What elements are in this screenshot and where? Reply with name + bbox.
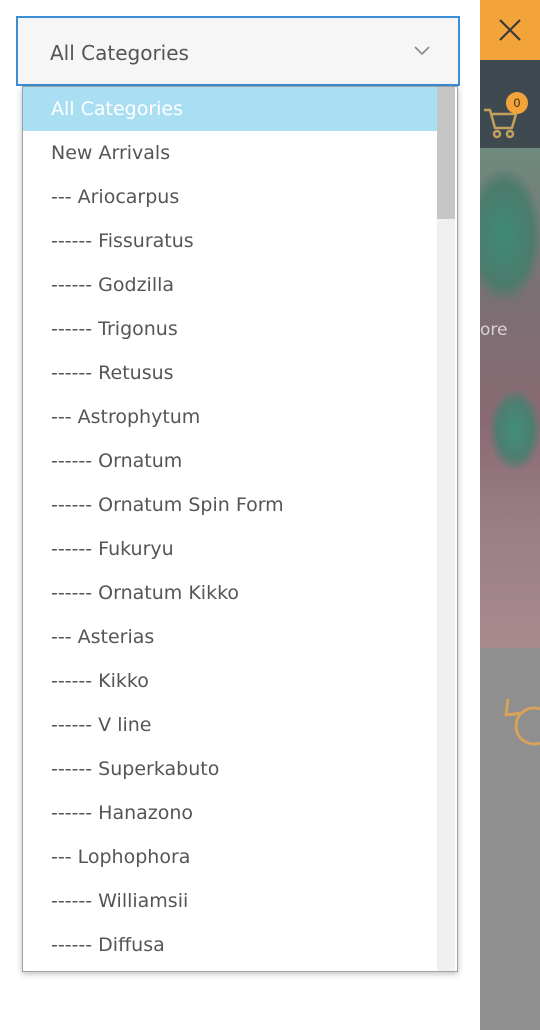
category-dropdown-list[interactable]: All Categories New Arrivals --- Ariocarp… xyxy=(22,86,458,972)
option-trigonus[interactable]: ------ Trigonus xyxy=(23,307,437,351)
option-v-line[interactable]: ------ V line xyxy=(23,703,437,747)
option-retusus[interactable]: ------ Retusus xyxy=(23,351,437,395)
option-fukuryu[interactable]: ------ Fukuryu xyxy=(23,527,437,571)
option-diffusa[interactable]: ------ Diffusa xyxy=(23,923,437,967)
category-select[interactable]: All Categories xyxy=(16,16,460,86)
refresh-icon xyxy=(504,698,540,746)
close-icon xyxy=(499,19,521,41)
option-all-categories[interactable]: All Categories xyxy=(23,87,437,131)
option-ornatum-kikko[interactable]: ------ Ornatum Kikko xyxy=(23,571,437,615)
option-ariocarpus[interactable]: --- Ariocarpus xyxy=(23,175,437,219)
hero-plant-shape xyxy=(480,170,540,300)
cart-button[interactable]: 0 xyxy=(482,92,528,139)
hero-text-fragment: ore xyxy=(480,320,508,340)
option-godzilla[interactable]: ------ Godzilla xyxy=(23,263,437,307)
option-ornatum[interactable]: ------ Ornatum xyxy=(23,439,437,483)
option-astrophytum[interactable]: --- Astrophytum xyxy=(23,395,437,439)
option-williamsii[interactable]: ------ Williamsii xyxy=(23,879,437,923)
option-asterias[interactable]: --- Asterias xyxy=(23,615,437,659)
option-kikko[interactable]: ------ Kikko xyxy=(23,659,437,703)
close-button[interactable] xyxy=(480,0,540,60)
background-page: 0 ore xyxy=(480,0,540,1030)
chevron-down-icon xyxy=(414,46,430,56)
option-hanazono[interactable]: ------ Hanazono xyxy=(23,791,437,835)
scrollbar-thumb[interactable] xyxy=(437,87,455,219)
cart-count-badge: 0 xyxy=(506,92,528,114)
option-fissuratus[interactable]: ------ Fissuratus xyxy=(23,219,437,263)
option-ornatum-spin-form[interactable]: ------ Ornatum Spin Form xyxy=(23,483,437,527)
option-lophophora[interactable]: --- Lophophora xyxy=(23,835,437,879)
option-new-arrivals[interactable]: New Arrivals xyxy=(23,131,437,175)
hero-plant-shape-2 xyxy=(490,390,540,470)
option-superkabuto[interactable]: ------ Superkabuto xyxy=(23,747,437,791)
category-select-value: All Categories xyxy=(50,41,189,65)
scrollbar-track[interactable] xyxy=(437,87,455,971)
